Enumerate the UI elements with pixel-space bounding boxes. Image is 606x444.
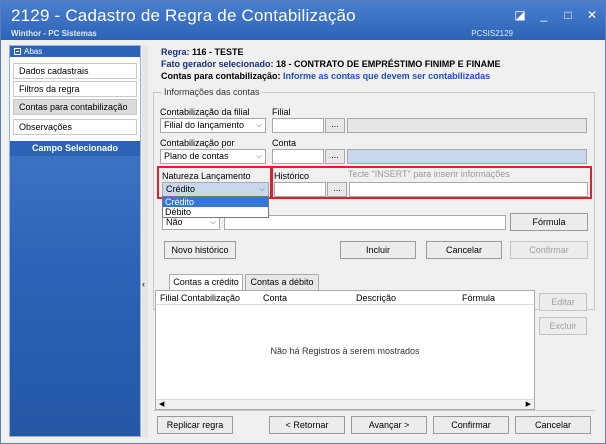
footer-confirmar-button[interactable]: Confirmar xyxy=(433,416,509,434)
close-icon[interactable]: ✕ xyxy=(585,9,599,21)
grid-empty-message: Não há Registros à serem mostrados xyxy=(270,346,420,356)
filial-lookup-button[interactable]: ... xyxy=(325,118,345,133)
contab-filial-select[interactable]: Filial do lançamento ⌵ xyxy=(160,118,266,133)
col-conta[interactable]: Conta xyxy=(263,293,287,303)
contab-por-select[interactable]: Plano de contas ⌵ xyxy=(160,149,266,164)
filial-input[interactable] xyxy=(272,118,324,133)
main-panel: Regra: 116 - TESTE Fato gerador selecion… xyxy=(149,45,599,439)
sidebar-item-contas-contabilizacao[interactable]: Contas para contabilização xyxy=(13,99,137,115)
sidebar: Abas Dados cadastrais Filtros da regra C… xyxy=(9,45,141,437)
filial-description xyxy=(347,118,587,133)
col-formula[interactable]: Fórmula xyxy=(462,293,495,303)
abas-header[interactable]: Abas xyxy=(10,46,140,57)
novo-historico-button[interactable]: Novo histórico xyxy=(164,241,236,259)
grid-hscrollbar[interactable]: ◀ ▶ xyxy=(156,399,534,409)
restore-icon[interactable]: ◪ xyxy=(513,9,527,21)
rule-info: Regra: 116 - TESTE Fato gerador selecion… xyxy=(161,47,501,83)
historico-label: Histórico xyxy=(274,171,310,181)
contas-value: Informe as contas que devem ser contabil… xyxy=(283,71,491,81)
chevron-down-icon[interactable]: ⌵ xyxy=(256,183,268,196)
formula-button[interactable]: Fórmula xyxy=(510,213,588,231)
natureza-option-credito[interactable]: Crédito xyxy=(163,197,268,207)
window-title: 2129 - Cadastro de Regra de Contabilizaç… xyxy=(11,6,356,25)
contas-label: Contas para contabilização: xyxy=(161,71,281,81)
chevron-down-icon[interactable]: ⌵ xyxy=(253,150,265,163)
tab-contas-credito[interactable]: Contas a crédito xyxy=(169,274,243,291)
editar-button[interactable]: Editar xyxy=(539,293,587,311)
title-bar[interactable]: 2129 - Cadastro de Regra de Contabilizaç… xyxy=(1,1,605,40)
natureza-dropdown-list[interactable]: Crédito Débito xyxy=(162,196,269,218)
contab-por-label: Contabilização por xyxy=(160,138,235,148)
conta-description xyxy=(347,149,587,164)
natureza-select[interactable]: Crédito ⌵ xyxy=(162,182,269,197)
footer-cancelar-button[interactable]: Cancelar xyxy=(515,416,591,434)
scroll-left-icon[interactable]: ◀ xyxy=(159,400,164,408)
historico-hint: Tecle "INSERT" para inserir informações xyxy=(348,169,510,179)
fato-gerador-label: Fato gerador selecionado: xyxy=(161,59,274,69)
conta-label: Conta xyxy=(272,138,297,148)
screen-code: PCSIS2129 xyxy=(471,29,513,38)
confirmar-button[interactable]: Confirmar xyxy=(510,241,588,259)
scroll-right-icon[interactable]: ▶ xyxy=(526,400,531,408)
fato-gerador-value: 18 - CONTRATO DE EMPRÉSTIMO FINIMP E FIN… xyxy=(276,59,501,69)
tab-contas-debito[interactable]: Contas a débito xyxy=(245,274,319,290)
excluir-button[interactable]: Excluir xyxy=(539,317,587,335)
collapse-icon[interactable] xyxy=(14,48,21,55)
conta-lookup-button[interactable]: ... xyxy=(325,149,345,164)
incluir-button[interactable]: Incluir xyxy=(340,241,416,259)
regra-value: 116 - TESTE xyxy=(192,47,244,57)
sidebar-item-filtros-regra[interactable]: Filtros da regra xyxy=(13,81,137,97)
minimize-icon[interactable]: _ xyxy=(537,9,551,21)
natureza-label: Natureza Lançamento xyxy=(162,171,251,181)
grid-header: Filial Contabilização Conta Descrição Fó… xyxy=(156,291,534,305)
historico-input[interactable] xyxy=(274,182,326,197)
historico-lookup-button[interactable]: ... xyxy=(327,182,347,197)
selected-field-header: Campo Selecionado xyxy=(10,141,140,156)
conta-input[interactable] xyxy=(272,149,324,164)
footer-bar: Replicar regra < Retornar Avançar > Conf… xyxy=(153,410,595,437)
cancelar-button[interactable]: Cancelar xyxy=(426,241,502,259)
chevron-down-icon[interactable]: ⌵ xyxy=(253,119,265,132)
regra-label: Regra: xyxy=(161,47,190,57)
col-descricao[interactable]: Descrição xyxy=(356,293,396,303)
panel-splitter[interactable]: ‹ xyxy=(142,45,148,437)
window-subtitle: Winthor - PC Sistemas xyxy=(11,29,97,38)
col-filial[interactable]: Filial Contabilização xyxy=(160,293,240,303)
group-title: Informações das contas xyxy=(162,87,262,97)
collapse-arrow-icon[interactable]: ‹ xyxy=(142,279,145,289)
retornar-button[interactable]: < Retornar xyxy=(269,416,345,434)
historico-description[interactable] xyxy=(349,182,588,197)
sidebar-item-dados-cadastrais[interactable]: Dados cadastrais xyxy=(13,63,137,79)
replicar-regra-button[interactable]: Replicar regra xyxy=(157,416,233,434)
sidebar-item-observacoes[interactable]: Observações xyxy=(13,119,137,135)
filial-label: Filial xyxy=(272,107,291,117)
natureza-option-debito[interactable]: Débito xyxy=(163,207,268,217)
avancar-button[interactable]: Avançar > xyxy=(351,416,427,434)
contab-filial-label: Contabilização da filial xyxy=(160,107,250,117)
accounts-grid[interactable]: Filial Contabilização Conta Descrição Fó… xyxy=(155,290,535,410)
maximize-icon[interactable]: □ xyxy=(561,9,575,21)
app-window: 2129 - Cadastro de Regra de Contabilizaç… xyxy=(0,0,606,444)
selected-field-panel xyxy=(10,156,140,436)
